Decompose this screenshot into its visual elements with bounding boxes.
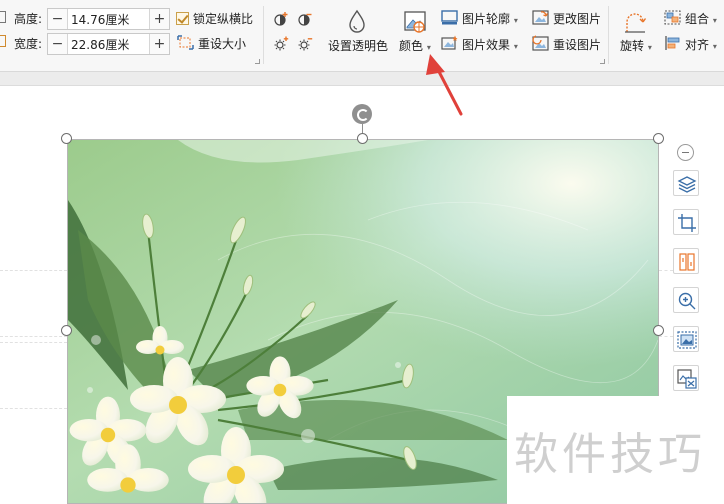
- resize-handle-top-left[interactable]: [61, 133, 72, 144]
- size-group-launcher[interactable]: [255, 59, 260, 64]
- group-dropdown-caret[interactable]: ▾: [713, 16, 717, 25]
- guide-line: [0, 336, 67, 337]
- image-select-icon: [677, 331, 697, 349]
- align-text[interactable]: 对齐: [685, 38, 709, 52]
- rotate-label[interactable]: 旋转 ▾: [620, 38, 652, 56]
- picture-group-launcher[interactable]: [600, 59, 605, 64]
- guide-line: [0, 342, 67, 343]
- color-label[interactable]: 颜色 ▾: [399, 38, 431, 56]
- resize-handle-top[interactable]: [357, 133, 368, 144]
- effects-dropdown-caret[interactable]: ▾: [514, 42, 518, 51]
- image-text-button[interactable]: [673, 365, 699, 391]
- layers-button[interactable]: [673, 170, 699, 196]
- separator: [608, 6, 609, 64]
- rotate-dropdown-caret[interactable]: ▾: [648, 43, 652, 52]
- group-icon[interactable]: [664, 10, 681, 25]
- image-text-icon: [677, 369, 697, 389]
- height-decrease-button[interactable]: −: [48, 9, 68, 29]
- transform-icon: [679, 253, 695, 271]
- height-icon: [0, 11, 6, 23]
- width-field[interactable]: − 22.86厘米 +: [47, 33, 170, 55]
- guide-line: [0, 270, 67, 271]
- rotation-handle[interactable]: [352, 104, 372, 124]
- resize-handle-left[interactable]: [61, 325, 72, 336]
- width-decrease-button[interactable]: −: [48, 34, 68, 54]
- height-increase-button[interactable]: +: [149, 9, 169, 29]
- height-field[interactable]: − 14.76厘米 +: [47, 8, 170, 30]
- outline-dropdown-caret[interactable]: ▾: [514, 16, 518, 25]
- width-value[interactable]: 22.86厘米: [68, 36, 149, 53]
- align-icon[interactable]: [664, 35, 681, 51]
- reset-picture-label[interactable]: 重设图片: [553, 37, 601, 53]
- height-label: 高度:: [14, 12, 43, 26]
- lock-ratio-label[interactable]: 锁定纵横比: [193, 11, 253, 27]
- watermark-text: 软件技巧: [514, 429, 706, 480]
- resize-handle-top-right[interactable]: [653, 133, 664, 144]
- color-label-text[interactable]: 颜色: [399, 39, 423, 53]
- separator: [263, 6, 264, 64]
- layers-icon: [677, 176, 697, 193]
- reset-size-label[interactable]: 重设大小: [198, 36, 246, 52]
- guide-line: [659, 270, 673, 271]
- width-icon: [0, 35, 6, 47]
- image-select-button[interactable]: [673, 326, 699, 352]
- height-value[interactable]: 14.76厘米: [68, 11, 149, 28]
- width-label: 宽度:: [14, 37, 43, 51]
- picture-tools-ribbon: 高度: − 14.76厘米 + 宽度: − 22.86厘米 + 锁定纵横比 重设…: [0, 0, 724, 72]
- picture-outline-icon[interactable]: [441, 10, 458, 25]
- group-label[interactable]: 组合 ▾: [685, 11, 717, 29]
- decrease-brightness-icon[interactable]: [297, 36, 313, 52]
- width-increase-button[interactable]: +: [149, 34, 169, 54]
- resize-handle-right[interactable]: [653, 325, 664, 336]
- zoom-button[interactable]: [673, 287, 699, 313]
- color-dropdown-caret[interactable]: ▾: [427, 43, 431, 52]
- transform-button[interactable]: [673, 248, 699, 274]
- collapse-icon[interactable]: [677, 144, 694, 161]
- zoom-icon: [678, 292, 696, 310]
- decrease-contrast-icon[interactable]: [297, 11, 313, 27]
- increase-brightness-icon[interactable]: [273, 36, 289, 52]
- align-dropdown-caret[interactable]: ▾: [713, 42, 717, 51]
- ribbon-bottom-strip: [0, 72, 724, 86]
- picture-outline-label[interactable]: 图片轮廓 ▾: [462, 11, 518, 29]
- picture-outline-text[interactable]: 图片轮廓: [462, 12, 510, 26]
- change-picture-icon[interactable]: [532, 10, 549, 25]
- transparent-color-icon[interactable]: [346, 9, 368, 35]
- lock-ratio-checkbox[interactable]: [176, 12, 189, 25]
- set-transparent-label[interactable]: 设置透明色: [328, 38, 388, 54]
- increase-contrast-icon[interactable]: [273, 11, 289, 27]
- crop-button[interactable]: [673, 209, 699, 235]
- group-text[interactable]: 组合: [685, 12, 709, 26]
- picture-effects-icon[interactable]: [441, 35, 458, 51]
- color-icon[interactable]: [403, 10, 427, 34]
- change-picture-label[interactable]: 更改图片: [553, 11, 601, 27]
- guide-line: [659, 336, 673, 337]
- crop-icon: [678, 214, 696, 232]
- reset-size-icon[interactable]: [177, 35, 194, 50]
- reset-picture-icon[interactable]: [532, 35, 549, 51]
- rotate-icon[interactable]: [623, 10, 647, 34]
- picture-effects-text[interactable]: 图片效果: [462, 38, 510, 52]
- align-label[interactable]: 对齐 ▾: [685, 37, 717, 55]
- rotate-text[interactable]: 旋转: [620, 39, 644, 53]
- picture-effects-label[interactable]: 图片效果 ▾: [462, 37, 518, 55]
- guide-line: [0, 408, 67, 409]
